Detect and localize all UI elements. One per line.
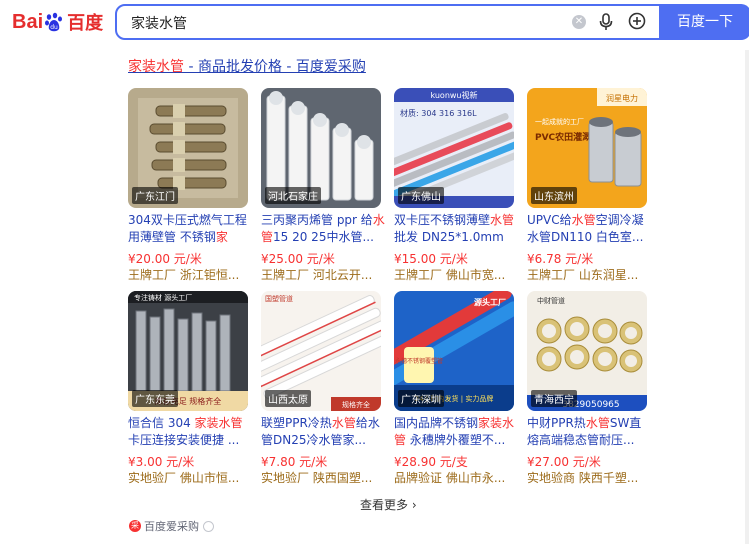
header: Bai du 百度 ✕ 百度一下: [0, 0, 749, 50]
product-title[interactable]: 国内品牌不锈钢家装水管 永穗牌外覆塑不...: [394, 415, 518, 449]
image-text: kuonwu视新: [430, 90, 477, 100]
result-title-link[interactable]: 家装水管 - 商品批发价格 - 百度爱采购: [128, 56, 366, 76]
image-text: 材质: 304 316 316L: [400, 108, 477, 118]
microphone-icon[interactable]: [599, 13, 613, 31]
result-title-highlight: 家装水管: [128, 59, 184, 75]
product-title[interactable]: UPVC给水管空调冷凝水管DN110 白色室...: [527, 212, 651, 246]
product-title[interactable]: 中财PPR热水管SW直熔高端稳态管耐压...: [527, 415, 651, 449]
logo-text: Bai: [12, 10, 44, 33]
scrollbar[interactable]: [745, 50, 749, 544]
product-seller[interactable]: 实地验商 陕西千塑...: [527, 469, 651, 486]
product-image[interactable]: 河北石家庄: [261, 88, 381, 208]
product-price: ¥6.78 元/米: [527, 252, 594, 266]
product-image[interactable]: 国塑管道 规格齐全 山西太原: [261, 291, 381, 411]
location-tag: 山西太原: [265, 390, 311, 407]
chevron-right-icon: ›: [411, 498, 417, 512]
aicaigou-icon: 采: [129, 520, 141, 532]
product-title[interactable]: 双卡压不锈钢薄壁水管批发 DN25*1.0mm ...: [394, 212, 518, 246]
product-image[interactable]: 源头工厂 永穗不锈钢覆塑管 24小时内发货 | 实力品牌 广东深圳: [394, 291, 514, 411]
image-text: 国塑管道: [265, 294, 293, 303]
product-price: ¥7.80 元/米: [261, 455, 328, 469]
image-text: 一起成就的工厂: [535, 117, 584, 126]
location-tag: 广东东莞: [132, 390, 178, 407]
location-tag: 河北石家庄: [265, 187, 321, 204]
product-price: ¥28.90 元/支: [394, 455, 468, 469]
location-tag: 广东深圳: [398, 390, 444, 407]
location-tag: 广东江门: [132, 187, 178, 204]
product-image[interactable]: 中财管道 3829050965 青海西宁: [527, 291, 647, 411]
image-text: 专注铸材 源头工厂: [134, 293, 192, 302]
logo-text-cn: 百度: [67, 13, 104, 34]
product-seller[interactable]: 实地验厂 陕西国塑...: [261, 469, 385, 486]
product-seller[interactable]: 王牌工厂 河北云开...: [261, 266, 385, 283]
image-text: 永穗不锈钢覆塑管: [395, 357, 443, 365]
product-image[interactable]: kuonwu视新 材质: 304 316 316L 广东佛山: [394, 88, 514, 208]
product-price: ¥27.00 元/米: [527, 455, 601, 469]
location-tag: 山东滨州: [531, 187, 577, 204]
view-more-link[interactable]: 查看更多 ›: [360, 496, 417, 513]
product-seller[interactable]: 品牌验证 佛山市永...: [394, 469, 518, 486]
search-button[interactable]: 百度一下: [659, 4, 749, 40]
image-text: 源头工厂: [474, 297, 506, 307]
product-image[interactable]: 广东江门: [128, 88, 248, 208]
product-seller[interactable]: 王牌工厂 山东润星...: [527, 266, 651, 283]
clear-icon[interactable]: ✕: [572, 15, 586, 29]
product-seller[interactable]: 实地验厂 佛山市恒...: [128, 469, 252, 486]
product-price: ¥20.00 元/米: [128, 252, 202, 266]
product-image[interactable]: 润星电力 一起成就的工厂 PVC农田灌溉管 山东滨州: [527, 88, 647, 208]
search-box: ✕ 百度一下: [115, 4, 749, 40]
product-title[interactable]: 三丙聚丙烯管 ppr 给水管15 20 25中水管...: [261, 212, 385, 246]
image-text: 润星电力: [606, 93, 638, 103]
source-footer[interactable]: 采 百度爱采购: [129, 518, 214, 534]
svg-text:du: du: [50, 24, 58, 31]
product-seller[interactable]: 王牌工厂 佛山市宽...: [394, 266, 518, 283]
product-price: ¥3.00 元/米: [128, 455, 195, 469]
image-search-icon[interactable]: [628, 12, 646, 30]
location-tag: 青海西宁: [531, 390, 577, 407]
product-image[interactable]: 专注铸材 源头工厂 库存充足 规格齐全 广东东莞: [128, 291, 248, 411]
image-text: 规格齐全: [342, 400, 370, 409]
product-title[interactable]: 304双卡压式燃气工程用薄壁管 不锈钢家: [128, 212, 252, 246]
image-text: 中财管道: [537, 296, 565, 305]
product-title[interactable]: 恒合信 304 家装水管卡压连接安装便捷 ...: [128, 415, 252, 449]
baidu-logo[interactable]: Bai du 百度: [12, 8, 103, 36]
search-input[interactable]: [129, 12, 553, 34]
product-price: ¥15.00 元/米: [394, 252, 468, 266]
location-tag: 广东佛山: [398, 187, 444, 204]
product-seller[interactable]: 王牌工厂 浙江钜恒...: [128, 266, 252, 283]
info-icon[interactable]: [203, 520, 214, 532]
baidu-paw-icon: du: [45, 12, 63, 32]
result-title-rest: - 商品批发价格 - 百度爱采购: [184, 59, 366, 75]
product-price: ¥25.00 元/米: [261, 252, 335, 266]
product-title[interactable]: 联塑PPR冷热水管给水管DN25冷水管家...: [261, 415, 385, 449]
